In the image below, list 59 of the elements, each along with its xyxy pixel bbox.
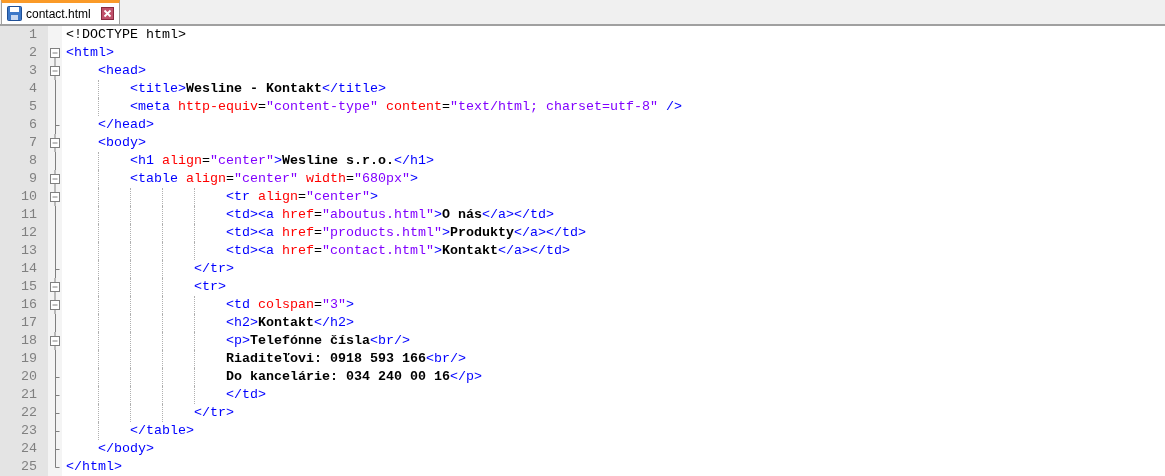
line-number: 24	[0, 440, 48, 458]
code-line: Do kancelárie: 034 240 00 16</p>	[225, 369, 482, 384]
fold-toggle-icon[interactable]	[47, 170, 63, 188]
fold-toggle-icon[interactable]	[47, 332, 63, 350]
fold-toggle-icon[interactable]	[47, 296, 63, 314]
fold-toggle-icon[interactable]	[47, 134, 63, 152]
code-line: <!DOCTYPE html>	[66, 27, 186, 42]
line-number: 21	[0, 386, 48, 404]
code-line: <td><a href="contact.html">Kontakt</a></td>	[225, 243, 570, 258]
line-number: 9	[0, 170, 48, 188]
line-number: 4	[0, 80, 48, 98]
code-line: </html>	[66, 459, 122, 474]
code-line: <tr>	[194, 279, 226, 294]
file-tab[interactable]: contact.html	[1, 0, 120, 24]
fold-toggle-icon[interactable]	[47, 62, 63, 80]
fold-toggle-icon[interactable]	[47, 188, 63, 206]
line-number: 2	[0, 44, 48, 62]
line-number: 10	[0, 188, 48, 206]
line-number: 20	[0, 368, 48, 386]
fold-toggle-icon[interactable]	[47, 278, 63, 296]
line-number: 11	[0, 206, 48, 224]
line-number: 1	[0, 26, 48, 44]
line-number: 6	[0, 116, 48, 134]
line-number: 18	[0, 332, 48, 350]
code-line: </td>	[225, 387, 266, 402]
line-number: 14	[0, 260, 48, 278]
line-number: 25	[0, 458, 48, 476]
line-number: 17	[0, 314, 48, 332]
code-line: <td><a href="aboutus.html">O nás</a></td>	[225, 207, 554, 222]
line-number: 7	[0, 134, 48, 152]
code-line: <head>	[98, 63, 146, 78]
code-line: </body>	[98, 441, 154, 456]
code-line: <h2>Kontakt</h2>	[225, 315, 354, 330]
code-line: <title>Wesline - Kontakt</title>	[130, 81, 386, 96]
code-line: <td colspan="3">	[225, 297, 354, 312]
line-number: 16	[0, 296, 48, 314]
line-number: 12	[0, 224, 48, 242]
code-line: Riaditeľovi: 0918 593 166<br/>	[225, 351, 466, 366]
code-line: <html>	[66, 45, 114, 60]
code-line: <table align="center" width="680px">	[130, 171, 418, 186]
code-line: <meta http-equiv="content-type" content="text/html; charset=utf-8" />	[130, 99, 682, 114]
code-line: <td><a href="products.html">Produkty</a></td>	[225, 225, 586, 240]
code-line: <body>	[98, 135, 146, 150]
line-number: 13	[0, 242, 48, 260]
code-line: <tr align="center">	[225, 189, 378, 204]
line-number: 3	[0, 62, 48, 80]
code-line: <h1 align="center">Wesline s.r.o.</h1>	[130, 153, 434, 168]
line-number: 22	[0, 404, 48, 422]
line-number: 19	[0, 350, 48, 368]
code-line: </tr>	[194, 261, 234, 276]
code-line: </tr>	[194, 405, 234, 420]
line-number: 23	[0, 422, 48, 440]
code-line: </table>	[130, 423, 194, 438]
close-icon[interactable]	[100, 7, 114, 20]
line-number: 5	[0, 98, 48, 116]
line-number: 15	[0, 278, 48, 296]
line-number: 8	[0, 152, 48, 170]
code-line: </head>	[98, 117, 154, 132]
code-line: <p>Telefónne čísla<br/>	[225, 333, 410, 348]
